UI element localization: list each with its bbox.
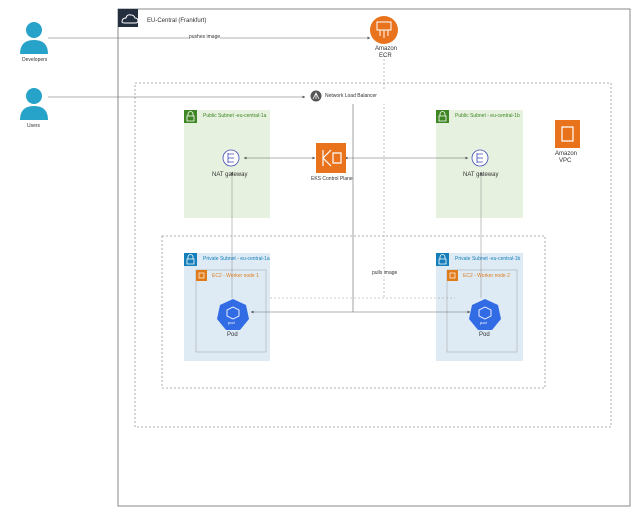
users-label: Users	[27, 123, 41, 129]
pod-badge-2: pod	[480, 320, 487, 325]
ecr-label-line2: ECR	[379, 53, 392, 59]
edge-label-pushes: pushes image	[189, 34, 221, 40]
pod-1-label: Pod	[227, 332, 238, 338]
ec2-icon-2	[447, 270, 458, 281]
vpc-icon	[555, 120, 580, 148]
private-subnet-1b-label: Private Subnet -eu-central-1b	[455, 256, 521, 262]
developers-person-icon	[20, 22, 48, 54]
pod-2-label: Pod	[479, 332, 490, 338]
nat-gateway-1a-label: NAT gateway	[212, 172, 248, 178]
worker-node-1-label: EC2 - Worker node 1	[212, 273, 259, 279]
developers-label: Developers	[22, 57, 48, 63]
ecr-label-line1: Amazon	[375, 46, 398, 52]
region-label: EU-Central (Frankfurt)	[147, 18, 207, 24]
nat-gateway-1b-label: NAT gateway	[463, 172, 499, 178]
vpc-label-line1: Amazon	[555, 151, 578, 157]
public-subnet-1a-label: Public Subnet -eu-central-1a	[203, 113, 267, 119]
ec2-icon-1	[196, 270, 207, 281]
public-subnet-1b-label: Public Subnet - eu-central-1b	[455, 113, 520, 119]
vpc-label-line2: VPC	[559, 158, 572, 164]
worker-node-2-label: EC2 - Worker node 2	[463, 273, 510, 279]
eks-label: EKS Control Plane	[311, 176, 353, 182]
edge-label-pulls: pulls image	[372, 270, 398, 276]
nlb-label: Network Load Balancer	[325, 93, 377, 99]
private-subnet-1a-label: Private Subnet - eu-central-1a	[203, 256, 270, 262]
architecture-canvas	[20, 8, 631, 507]
pod-badge-1: pod	[228, 320, 235, 325]
users-person-icon	[20, 88, 48, 120]
